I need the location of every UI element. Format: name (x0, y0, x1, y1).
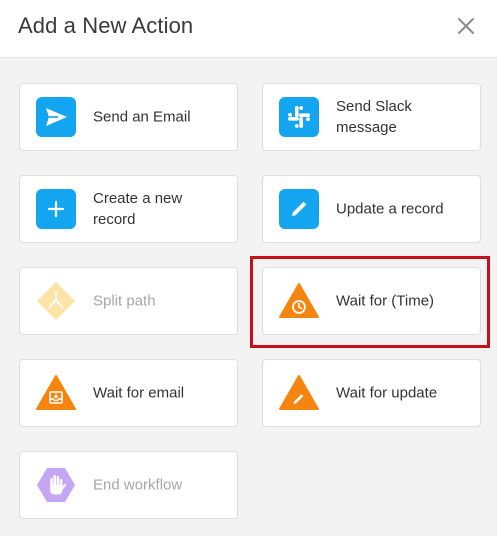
close-icon[interactable] (454, 14, 478, 38)
action-label: End workflow (93, 476, 183, 494)
pencil-icon (279, 189, 319, 229)
action-send-slack-message[interactable]: Send Slack message (262, 83, 481, 151)
action-create-record[interactable]: Create a new record (19, 175, 238, 243)
action-label: Split path (93, 292, 156, 310)
action-split-path: Split path (19, 267, 238, 335)
action-end-workflow: End workflow (19, 451, 238, 519)
action-wait-for-email[interactable]: Wait for email (19, 359, 238, 427)
slack-icon (279, 97, 319, 137)
action-wait-for-update[interactable]: Wait for update (262, 359, 481, 427)
paper-plane-icon (36, 97, 76, 137)
hand-icon (37, 468, 75, 502)
action-send-email[interactable]: Send an Email (19, 83, 238, 151)
action-label: Send Slack message (336, 98, 412, 136)
action-label: Wait for update (336, 384, 438, 402)
clock-icon (279, 283, 319, 318)
split-path-icon (37, 282, 75, 320)
dialog-title: Add a New Action (18, 13, 194, 38)
action-label: Create a new record (93, 190, 183, 228)
action-label: Update a record (336, 200, 444, 218)
action-wait-for-time[interactable]: Wait for (Time) (262, 267, 481, 335)
action-update-record[interactable]: Update a record (262, 175, 481, 243)
pencil-icon (279, 375, 319, 410)
plus-icon (36, 189, 76, 229)
action-label: Wait for email (93, 384, 185, 402)
dialog-header: Add a New Action (0, 0, 497, 58)
email-tray-icon (36, 375, 76, 410)
action-label: Send an Email (93, 108, 191, 126)
action-label: Wait for (Time) (336, 292, 435, 310)
